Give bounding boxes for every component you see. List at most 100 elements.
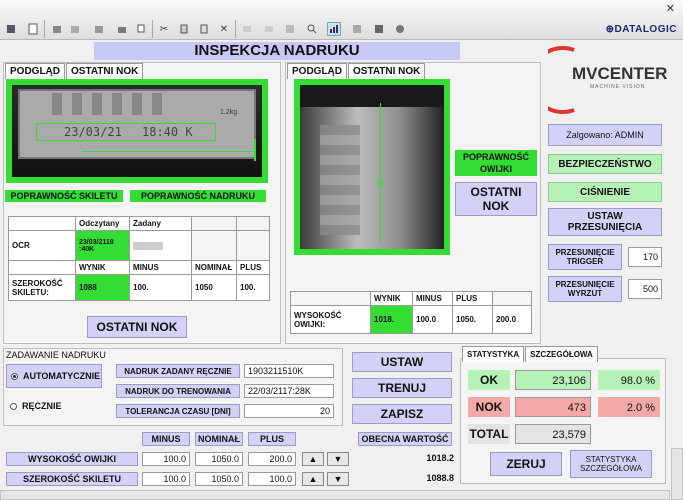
stop-square-icon[interactable] <box>372 22 386 36</box>
radio-auto[interactable] <box>11 372 18 380</box>
wrap-height-plus-input[interactable]: 200.0 <box>248 452 296 466</box>
trigger-delay-label: PRZESUNIĘCIE TRIGGER <box>548 244 622 270</box>
width-nominal-header: NOMINAŁ <box>191 260 237 275</box>
width-minus-value: 100. <box>129 274 192 301</box>
total-count: 23,579 <box>515 424 591 444</box>
nok-count: 473 <box>515 397 591 417</box>
weight-text: 1.2kg <box>220 109 238 116</box>
set-delay-button[interactable]: USTAW PRZESUNIĘCIA <box>548 208 662 236</box>
width-corner-cell <box>8 260 76 275</box>
tab-preview-middle[interactable]: PODGLĄD <box>287 63 347 79</box>
wrap-height-down-button[interactable]: ▼ <box>327 452 349 466</box>
height-result-value: 1018. <box>370 305 413 334</box>
skeleton-width-up-button[interactable]: ▲ <box>302 472 324 486</box>
tab-preview-left[interactable]: PODGLĄD <box>5 63 65 79</box>
wrap-height-nominal-input[interactable]: 1050.0 <box>195 452 243 466</box>
height-measure-line <box>380 103 381 243</box>
ok-count: 23,106 <box>515 370 591 390</box>
middle-tabs: PODGLĄD OSTATNI NOK <box>287 63 426 79</box>
print-setup-title: ZADAWANIE NADRUKU <box>6 350 106 360</box>
param-minus-header: MINUS <box>142 432 190 446</box>
clipboard-icon[interactable] <box>197 22 211 36</box>
last-nok-button-middle[interactable]: OSTATNI NOK <box>455 182 537 216</box>
manual-print-label: NADRUK ZADANY RĘCZNIE <box>116 364 240 378</box>
auto-mode-label: AUTOMATYCZNIE <box>23 371 101 381</box>
copy-icon[interactable] <box>135 22 149 36</box>
stop-icon[interactable] <box>4 22 18 36</box>
time-tolerance-input[interactable]: 20 <box>244 404 334 418</box>
record-icon[interactable] <box>393 22 407 36</box>
tab-last-nok-middle[interactable]: OSTATNI NOK <box>348 63 426 79</box>
width-measure-edge <box>254 139 256 161</box>
total-label: TOTAL <box>468 424 510 444</box>
train-print-label: NADRUK DO TRENOWANIA <box>116 384 240 398</box>
width-result-value: 1088 <box>75 274 130 301</box>
height-row-label: WYSOKOŚĆ OWIJKI: <box>290 305 371 334</box>
width-plus-value: 100. <box>236 274 270 301</box>
skeleton-width-down-button[interactable]: ▼ <box>327 472 349 486</box>
open-icon[interactable] <box>68 22 82 36</box>
train-button[interactable]: TRENUJ <box>352 378 452 398</box>
print-icon[interactable] <box>115 22 129 36</box>
horizontal-scrollbar[interactable] <box>0 490 670 500</box>
camera-view-left: 23/03/21 18:40 K 1.2kg <box>12 85 262 177</box>
wrap-height-minus-input[interactable]: 100.0 <box>142 452 190 466</box>
set-button[interactable]: USTAW <box>352 352 452 372</box>
train-print-input[interactable]: 22/03/2117:28K <box>244 384 334 398</box>
paste-icon[interactable] <box>177 22 191 36</box>
wrap-height-up-button[interactable]: ▲ <box>302 452 324 466</box>
last-nok-button-left[interactable]: OSTATNI NOK <box>87 316 187 338</box>
delete-icon[interactable]: ✕ <box>217 22 231 36</box>
current-value-header: OBECNA WARTOŚĆ <box>358 432 452 446</box>
save-icon[interactable] <box>50 22 64 36</box>
grid-icon[interactable] <box>283 22 297 36</box>
skeleton-width-current: 1088.8 <box>426 473 454 483</box>
reset-button[interactable]: ZERUJ <box>490 452 562 476</box>
save-button[interactable]: ZAPISZ <box>352 404 452 424</box>
chart-icon[interactable] <box>327 22 341 36</box>
camera-view-middle <box>300 85 444 249</box>
skeleton-width-label: SZEROKOŚĆ SKILETU <box>6 472 138 486</box>
auto-mode-option[interactable]: AUTOMATYCZNIE <box>6 364 102 388</box>
ocr-read-value: 23/03/2118 :40K <box>75 230 130 261</box>
height-empty-header <box>492 291 532 306</box>
document-icon[interactable] <box>26 22 40 36</box>
skeleton-width-nominal-input[interactable]: 1050.0 <box>195 472 243 486</box>
close-icon[interactable]: ✕ <box>666 2 675 15</box>
time-tolerance-label: TOLERANCJA CZASU [DNI] <box>116 404 240 418</box>
skeleton-width-plus-input[interactable]: 100.0 <box>248 472 296 486</box>
ocr-empty-header <box>191 216 237 231</box>
folder-icon[interactable] <box>92 22 106 36</box>
width-nominal-value: 1050 <box>191 274 237 301</box>
undo-icon[interactable] <box>240 22 254 36</box>
blur-region <box>52 93 162 115</box>
ok-percent: 98.0 % <box>598 370 660 390</box>
ocr-row-label: OCR <box>8 230 76 261</box>
pressure-indicator: CIŚNIENIE <box>548 182 662 202</box>
zoom-icon[interactable] <box>305 22 319 36</box>
manual-mode-option[interactable]: RĘCZNIE <box>6 394 102 418</box>
height-measure-point <box>377 180 383 186</box>
manual-print-input[interactable]: 1903211510K <box>244 364 334 378</box>
eject-delay-label: PRZESUNIĘCIE WYRZUT <box>548 276 622 302</box>
brand-logo: ⊕DATALOGIC <box>605 24 677 35</box>
width-plus-header: PLUS <box>236 260 270 275</box>
cut-icon[interactable]: ✂ <box>157 22 171 36</box>
tab-statistics[interactable]: STATYSTYKA <box>462 346 525 362</box>
eject-delay-input[interactable]: 500 <box>628 279 662 299</box>
skeleton-width-minus-input[interactable]: 100.0 <box>142 472 190 486</box>
trigger-delay-input[interactable]: 170 <box>628 247 662 267</box>
tab-detailed[interactable]: SZCZEGÓŁOWA <box>525 346 598 362</box>
status-wrap-ok: POPRAWNOŚĆ OWIJKI <box>455 150 537 176</box>
find-icon[interactable] <box>350 22 364 36</box>
tab-last-nok-left[interactable]: OSTATNI NOK <box>66 63 144 79</box>
width-row-label: SZEROKOŚĆ SKILETU: <box>8 274 76 301</box>
camera-frame-middle <box>294 79 450 255</box>
vertical-scrollbar[interactable] <box>671 448 683 500</box>
param-nominal-header: NOMINAŁ <box>195 432 243 446</box>
status-skeleton-ok: POPRAWNOŚĆ SKILETU <box>5 190 123 202</box>
ok-label: OK <box>468 370 510 390</box>
redo-icon[interactable] <box>262 22 276 36</box>
radio-manual[interactable] <box>10 402 17 410</box>
detailed-stats-button[interactable]: STATYSTYKA SZCZEGÓŁOWA <box>570 450 652 478</box>
